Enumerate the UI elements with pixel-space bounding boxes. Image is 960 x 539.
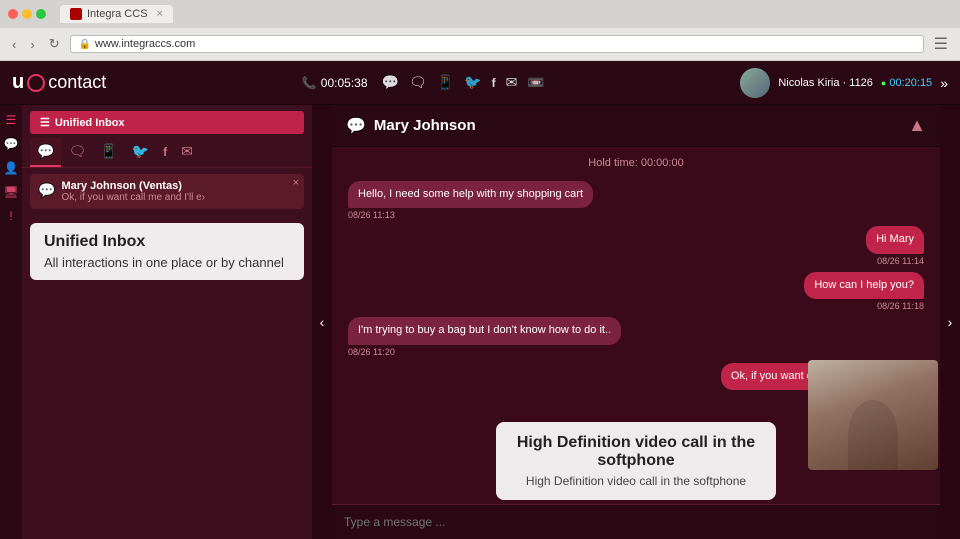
tab-mobile[interactable]: 📱 xyxy=(93,138,124,167)
url-text: www.integraccs.com xyxy=(95,38,195,50)
inbox-tab-label: Unified Inbox xyxy=(55,117,125,129)
tab-chat[interactable]: 🗨 xyxy=(61,138,93,167)
contact-name: Mary Johnson (Ventas) xyxy=(61,180,296,192)
chat-header-name: Mary Johnson xyxy=(374,117,908,134)
channel-tabs: 💬 🗨 📱 🐦 f ✉ xyxy=(22,138,312,168)
tab-close-button[interactable]: × xyxy=(157,8,163,20)
tab-favicon xyxy=(70,8,82,20)
chat-messages-wrapper: Hold time: 00:00:00 Hello, I need some h… xyxy=(332,147,940,504)
refresh-button[interactable]: ↻ xyxy=(45,34,64,54)
topnav-channel-icons: 💬 🗨 📱 🐦 f ✉ 📼 xyxy=(382,74,545,91)
minimize-window-button[interactable] xyxy=(22,9,32,19)
inbox-tab-icon: ☰ xyxy=(40,116,50,129)
left-icon-rail: ☰ 💬 👤 🖥 ! xyxy=(0,105,22,539)
mobile-nav-icon[interactable]: 📱 xyxy=(437,74,454,91)
chat-collapse-button[interactable]: ▲ xyxy=(908,115,926,136)
message-time: 08/26 11:13 xyxy=(348,210,395,220)
tooltip-subtitle: All interactions in one place or by chan… xyxy=(44,255,290,270)
top-navigation: u contact 📞 00:05:38 💬 🗨 📱 🐦 f ✉ 📼 xyxy=(0,61,960,105)
sms-nav-icon[interactable]: 🗨 xyxy=(409,74,427,91)
video-preview xyxy=(808,360,938,470)
app: u contact 📞 00:05:38 💬 🗨 📱 🐦 f ✉ 📼 xyxy=(0,61,960,539)
nav-left-arrow[interactable]: ‹ xyxy=(312,105,332,539)
chat-input-area xyxy=(332,504,940,539)
clock-time-value: 00:20:15 xyxy=(889,77,932,89)
browser-menu-button[interactable]: ☰ xyxy=(930,32,952,56)
browser-chrome: Integra CCS × ‹ › ↻ 🔒 www.integraccs.com… xyxy=(0,0,960,61)
message-bubble: Hello, I need some help with my shopping… xyxy=(348,181,593,208)
contact-card-close-button[interactable]: × xyxy=(293,177,299,189)
main-layout: ☰ 💬 👤 🖥 ! ☰ Unified Inbox 💬 🗨 📱 🐦 f ✉ 💬 xyxy=(0,105,960,539)
message-bubble: How can I help you? xyxy=(804,272,924,299)
chat-area: 💬 Mary Johnson ▲ Hold time: 00:00:00 Hel… xyxy=(332,105,940,539)
twitter-nav-icon[interactable]: 🐦 xyxy=(464,74,481,91)
browser-addressbar: ‹ › ↻ 🔒 www.integraccs.com ☰ xyxy=(0,28,960,60)
maximize-window-button[interactable] xyxy=(36,9,46,19)
logo-u: u xyxy=(12,71,24,94)
message-row: Hi Mary 08/26 11:14 xyxy=(348,226,924,265)
tab-facebook[interactable]: f xyxy=(156,140,174,166)
browser-titlebar: Integra CCS × xyxy=(0,0,960,28)
tooltip-title: Unified Inbox xyxy=(44,233,290,251)
video-call-tooltip: High Definition video call in the softph… xyxy=(496,422,776,500)
nav-right-arrow[interactable]: › xyxy=(940,105,960,539)
chat-header-icon: 💬 xyxy=(346,116,366,136)
facebook-nav-icon[interactable]: f xyxy=(492,76,496,90)
message-time: 08/26 11:14 xyxy=(877,256,924,266)
email-nav-icon[interactable]: ✉ xyxy=(506,74,518,91)
logo-circle xyxy=(27,74,45,92)
lock-icon: 🔒 xyxy=(79,39,91,50)
contact-chat-icon: 💬 xyxy=(38,182,55,199)
message-bubble: Hi Mary xyxy=(866,226,924,253)
avatar xyxy=(740,68,770,98)
video-tooltip-title: High Definition video call in the softph… xyxy=(512,434,760,470)
tab-email[interactable]: ✉ xyxy=(174,138,200,167)
phone-icon: 📞 xyxy=(302,76,317,90)
message-row: How can I help you? 08/26 11:18 xyxy=(348,272,924,311)
address-bar[interactable]: 🔒 www.integraccs.com xyxy=(70,35,924,53)
message-time: 08/26 11:20 xyxy=(348,347,395,357)
phone-timer: 📞 00:05:38 xyxy=(302,76,368,90)
forward-button[interactable]: › xyxy=(26,35,38,54)
message-time: 08/26 11:18 xyxy=(877,301,924,311)
phone-time-value: 00:05:38 xyxy=(321,76,368,90)
tab-twitter[interactable]: 🐦 xyxy=(125,138,156,167)
contact-preview: Ok, if you want call me and I'll e› xyxy=(61,192,261,203)
username-label: Nicolas Kiria · 1126 xyxy=(778,77,873,89)
logo: u contact xyxy=(12,71,106,94)
tab-all[interactable]: 💬 xyxy=(30,138,61,167)
contact-card[interactable]: 💬 Mary Johnson (Ventas) Ok, if you want … xyxy=(30,174,304,209)
message-bubble: I'm trying to buy a bag but I don't know… xyxy=(348,317,621,344)
alert-rail-icon[interactable]: ! xyxy=(9,209,12,223)
browser-tab[interactable]: Integra CCS × xyxy=(60,5,173,23)
unified-inbox-tab[interactable]: ☰ Unified Inbox xyxy=(30,111,304,134)
inbox-rail-icon[interactable]: ☰ xyxy=(6,113,17,127)
video-tooltip-subtitle: High Definition video call in the softph… xyxy=(512,474,760,488)
traffic-lights xyxy=(8,9,46,19)
chat-header: 💬 Mary Johnson ▲ xyxy=(332,105,940,147)
unified-inbox-tooltip: Unified Inbox All interactions in one pl… xyxy=(30,223,304,280)
channel-sidebar: ☰ Unified Inbox 💬 🗨 📱 🐦 f ✉ 💬 Mary Johns… xyxy=(22,105,312,539)
expand-button[interactable]: » xyxy=(940,75,948,91)
topnav-center: 📞 00:05:38 💬 🗨 📱 🐦 f ✉ 📼 xyxy=(302,74,545,91)
contact-info: Mary Johnson (Ventas) Ok, if you want ca… xyxy=(61,180,296,203)
voicemail-nav-icon[interactable]: 📼 xyxy=(527,74,544,91)
message-input[interactable] xyxy=(344,511,928,533)
hold-time: Hold time: 00:00:00 xyxy=(348,157,924,169)
topnav-right: Nicolas Kiria · 1126 ● 00:20:15 » xyxy=(740,68,948,98)
chat-nav-icon[interactable]: 💬 xyxy=(382,74,399,91)
message-row: I'm trying to buy a bag but I don't know… xyxy=(348,317,924,356)
logo-contact: contact xyxy=(48,72,106,93)
session-time: ● 00:20:15 xyxy=(881,77,932,89)
close-window-button[interactable] xyxy=(8,9,18,19)
back-button[interactable]: ‹ xyxy=(8,35,20,54)
contacts-rail-icon[interactable]: 👤 xyxy=(4,161,19,175)
tab-label: Integra CCS xyxy=(87,8,148,20)
message-row: Hello, I need some help with my shopping… xyxy=(348,181,924,220)
monitor-rail-icon[interactable]: 🖥 xyxy=(3,185,18,199)
chat-rail-icon[interactable]: 💬 xyxy=(4,137,19,151)
